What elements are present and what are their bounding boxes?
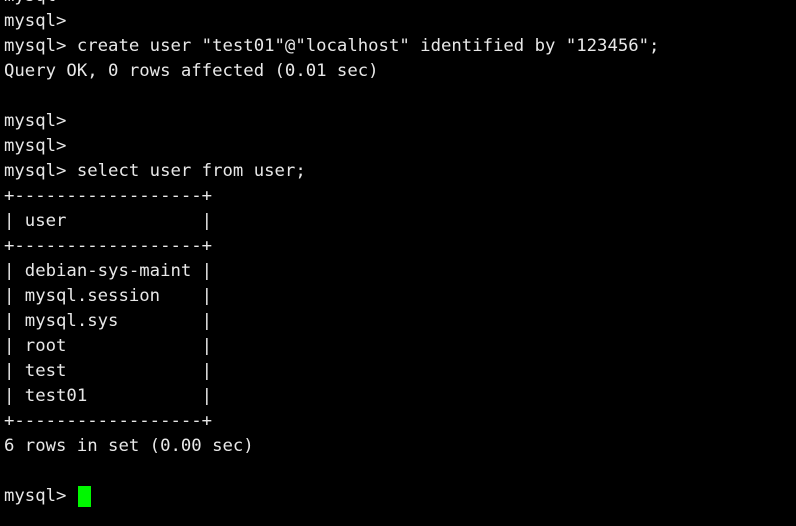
terminal-window[interactable]: mysql> mysql> mysql> create user "test01… (0, 0, 796, 526)
terminal-line: mysql> (4, 0, 796, 9)
table-border-top: +------------------+ (4, 186, 213, 206)
table-row: | debian-sys-maint | (4, 261, 213, 281)
terminal-line: mysql> (4, 11, 67, 31)
terminal-input-line[interactable]: mysql> (4, 484, 796, 509)
terminal-line-command: mysql> create user "test01"@"localhost" … (4, 36, 660, 56)
table-row: | mysql.session | (4, 286, 213, 306)
terminal-line-status: Query OK, 0 rows affected (0.01 sec) (4, 61, 379, 81)
terminal-line: mysql> (4, 136, 67, 156)
shell-prompt: mysql> (4, 486, 77, 506)
table-header-row: | user | (4, 211, 213, 231)
table-row: | test01 | (4, 386, 213, 406)
table-row: | mysql.sys | (4, 311, 213, 331)
terminal-line-command: mysql> select user from user; (4, 161, 306, 181)
table-border-bottom: +------------------+ (4, 411, 213, 431)
table-row: | test | (4, 361, 213, 381)
table-border-mid: +------------------+ (4, 236, 213, 256)
terminal-screen: mysql> mysql> mysql> create user "test01… (4, 0, 796, 509)
terminal-line: mysql> (4, 111, 67, 131)
text-cursor (77, 486, 91, 507)
terminal-line-status: 6 rows in set (0.00 sec) (4, 436, 254, 456)
table-row: | root | (4, 336, 213, 356)
